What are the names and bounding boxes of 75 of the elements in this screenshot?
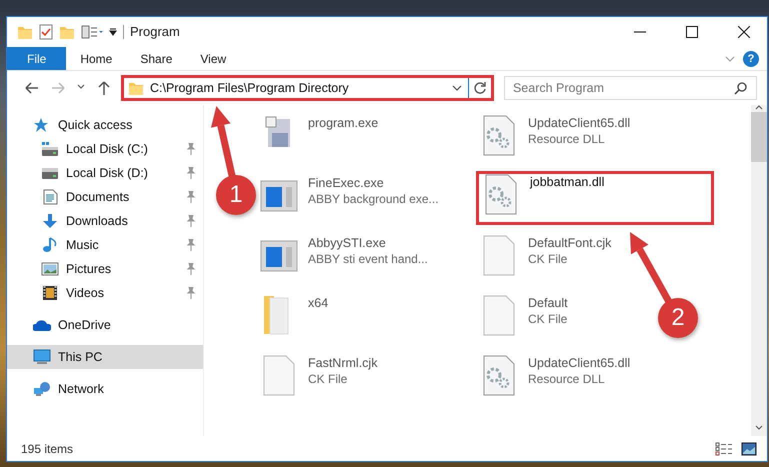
file-item[interactable]: FineExec.exe ABBY background exe... [256,173,443,219]
picture-icon [41,261,59,277]
file-item[interactable]: UpdateClient65.dll Resource DLL [476,353,634,399]
scrollbar-thumb[interactable] [751,112,767,162]
file-name: Default [528,295,568,311]
file-name: UpdateClient65.dll [528,115,630,131]
monitor-icon [33,349,51,365]
dropdown-caret-icon[interactable] [452,85,462,91]
item-count: 195 items [21,440,74,458]
search-box[interactable]: Search Program [504,76,757,100]
file-name: jobbatman.dll [530,174,604,190]
sidebar-item[interactable]: Downloads [7,209,203,233]
file-item[interactable]: program.exe [256,113,382,159]
back-arrow-icon[interactable] [25,81,39,95]
scroll-down-icon[interactable] [755,425,763,430]
ribbon-tab[interactable]: Share [126,47,186,70]
drive-icon [41,141,59,157]
film-strip-icon [41,285,59,301]
file-name: DefaultFont.cjk [528,235,612,251]
file-type: ABBY background exe... [308,191,439,207]
address-bar[interactable]: C:\Program Files\Program Directory [121,75,494,101]
file-item[interactable]: Default CK File [476,293,572,339]
sidebar-item[interactable]: This PC [7,345,203,369]
file-type: CK File [308,371,348,387]
scrollbar[interactable] [751,105,767,436]
file-type: CK File [528,311,568,327]
drive-icon [41,165,59,181]
document-icon [41,189,59,205]
sidebar-item[interactable]: Music [7,233,203,257]
sidebar-item[interactable]: Local Disk (D:) [7,161,203,185]
scroll-up-icon[interactable] [755,105,763,110]
maximize-icon [686,26,698,38]
expand-ribbon-icon[interactable] [725,56,735,62]
sidebar-item[interactable]: Videos [7,281,203,305]
sidebar-item[interactable]: Local Disk (C:) [7,137,203,161]
network-icon [33,381,51,397]
file-name: UpdateClient65.dll [528,355,630,371]
sidebar-item[interactable]: Pictures [7,257,203,281]
details-view-icon[interactable] [715,442,733,456]
file-item[interactable]: jobbatman.dll [476,171,714,225]
file-type: CK File [528,251,568,267]
file-item[interactable]: x64 [256,293,332,339]
search-icon[interactable] [734,81,748,95]
file-item[interactable]: DefaultFont.cjk CK File [476,233,616,279]
sidebar-item[interactable]: Network [7,377,203,401]
download-arrow-icon [41,213,59,229]
file-name: program.exe [308,115,378,131]
minimize-icon [634,31,646,33]
file-name: AbbyySTI.exe [308,235,387,251]
folder-icon [128,81,144,95]
file-name: FastNrml.cjk [308,355,378,371]
refresh-icon [472,81,487,95]
ribbon-tab[interactable]: Home [66,47,126,70]
file-type: Resource DLL [528,131,606,147]
sidebar-item[interactable]: OneDrive [7,313,203,337]
file-name: x64 [308,295,328,311]
up-arrow-icon[interactable] [97,81,111,95]
file-menu-button[interactable]: File [7,47,66,70]
file-item[interactable]: AbbyySTI.exe ABBY sti event hand... [256,233,432,279]
file-type: ABBY sti event hand... [308,251,428,267]
properties-icon[interactable] [81,25,103,39]
dropdown-caret-icon[interactable] [109,28,117,36]
file-item[interactable]: FastNrml.cjk CK File [256,353,382,399]
file-type: Resource DLL [528,371,606,387]
close-icon [738,26,750,38]
large-icons-view-icon[interactable] [741,442,757,456]
sidebar-item[interactable]: Documents [7,185,203,209]
help-button[interactable]: ? [743,50,759,66]
sidebar-item[interactable]: Quick access [7,113,203,137]
window-title: Program [130,23,181,42]
file-name: FineExec.exe [308,175,385,191]
document-check-icon[interactable] [39,24,53,40]
ribbon-tab[interactable]: View [186,47,240,70]
music-note-icon [41,237,59,253]
file-item[interactable]: UpdateClient65.dll Resource DLL [476,113,634,159]
